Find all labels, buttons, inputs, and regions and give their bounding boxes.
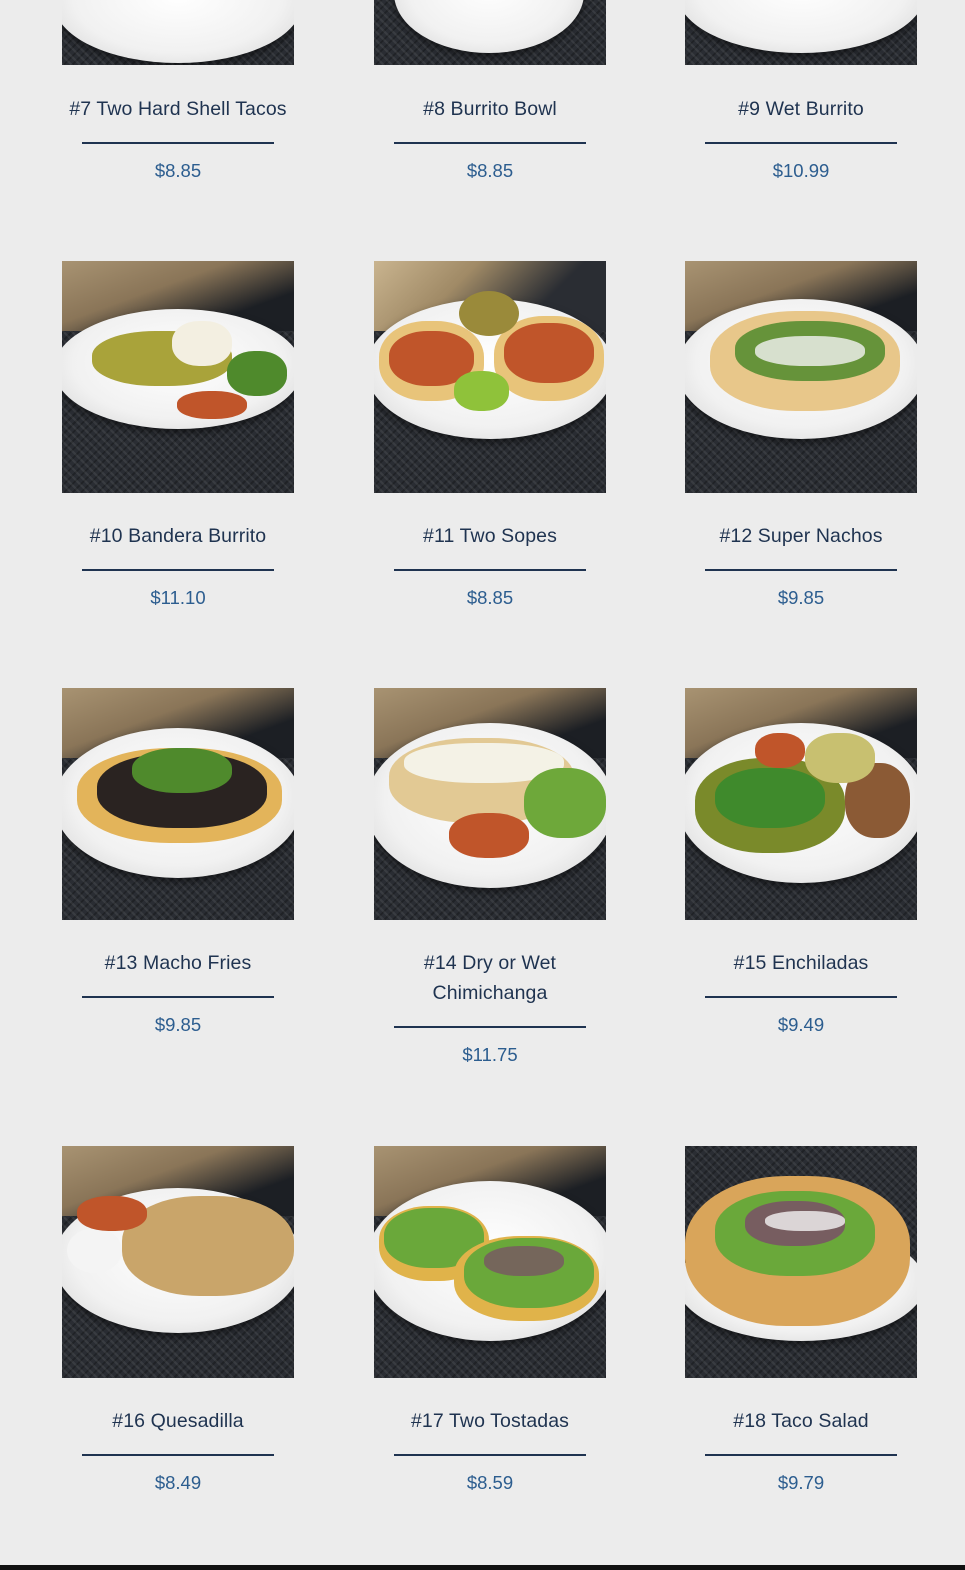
food-photo[interactable] (374, 1146, 606, 1378)
food-detail (172, 321, 232, 366)
menu-item-name[interactable]: #11 Two Sopes (374, 521, 606, 551)
footer-divider (0, 1565, 965, 1570)
menu-item-name[interactable]: #7 Two Hard Shell Tacos (62, 94, 294, 124)
divider (82, 569, 274, 571)
menu-item-name[interactable]: #17 Two Tostadas (374, 1406, 606, 1436)
menu-item-name[interactable]: #18 Taco Salad (685, 1406, 917, 1436)
food-detail (715, 768, 825, 828)
divider (394, 1454, 586, 1456)
food-detail (459, 291, 519, 336)
divider (705, 569, 897, 571)
food-photo[interactable] (685, 261, 917, 493)
food-detail (77, 1196, 147, 1231)
menu-item-price: $9.85 (777, 587, 825, 608)
food-detail (449, 813, 529, 858)
food-photo[interactable] (685, 688, 917, 920)
food-photo[interactable] (374, 688, 606, 920)
food-detail (765, 1211, 845, 1231)
food-photo[interactable] (62, 1146, 294, 1378)
menu-item-price: $8.85 (466, 587, 514, 608)
menu-item-price: $11.10 (150, 587, 206, 608)
food-detail (67, 1228, 122, 1273)
food-detail (227, 351, 287, 396)
food-detail (122, 1196, 294, 1296)
menu-item-price: $8.49 (154, 1472, 202, 1493)
menu-item-name[interactable]: #15 Enchiladas (685, 948, 917, 978)
menu-item-name[interactable]: #10 Bandera Burrito (62, 521, 294, 551)
divider (82, 1454, 274, 1456)
food-photo[interactable] (374, 0, 606, 65)
food-photo[interactable] (685, 0, 917, 65)
food-detail (805, 733, 875, 783)
menu-item-name[interactable]: #8 Burrito Bowl (374, 94, 606, 124)
menu-item-price: $9.49 (777, 1014, 825, 1035)
food-detail (132, 748, 232, 793)
food-detail (454, 371, 509, 411)
divider (82, 142, 274, 144)
menu-item-price: $8.59 (466, 1472, 514, 1493)
food-detail (484, 1246, 564, 1276)
menu-item-price: $10.99 (772, 160, 830, 181)
food-photo[interactable] (374, 261, 606, 493)
divider (394, 1026, 586, 1028)
food-detail (504, 323, 594, 383)
menu-item-price: $9.85 (154, 1014, 202, 1035)
food-photo[interactable] (685, 1146, 917, 1378)
menu-item-price: $11.75 (462, 1044, 518, 1065)
menu-item-price: $8.85 (154, 160, 202, 181)
food-detail (524, 768, 606, 838)
food-detail (755, 733, 805, 768)
divider (394, 569, 586, 571)
food-photo[interactable] (62, 261, 294, 493)
divider (394, 142, 586, 144)
menu-item-price: $9.79 (777, 1472, 825, 1493)
food-photo[interactable] (62, 688, 294, 920)
food-photo[interactable] (62, 0, 294, 65)
food-detail (177, 391, 247, 419)
divider (705, 142, 897, 144)
menu-item-name[interactable]: #9 Wet Burrito (685, 94, 917, 124)
menu-item-price: $8.85 (466, 160, 514, 181)
food-detail (755, 336, 865, 366)
menu-item-name[interactable]: #12 Super Nachos (685, 521, 917, 551)
divider (705, 1454, 897, 1456)
menu-item-name[interactable]: #16 Quesadilla (62, 1406, 294, 1436)
divider (705, 996, 897, 998)
menu-item-name[interactable]: #13 Macho Fries (62, 948, 294, 978)
divider (82, 996, 274, 998)
menu-item-name[interactable]: #14 Dry or Wet Chimichanga (374, 948, 606, 1008)
